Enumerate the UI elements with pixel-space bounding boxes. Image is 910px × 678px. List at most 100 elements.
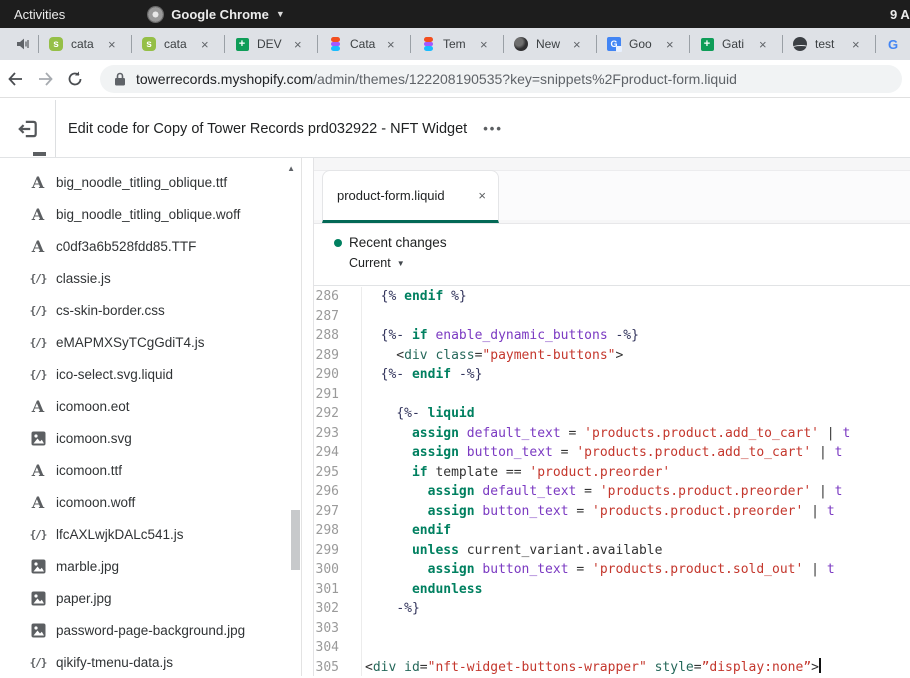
close-icon[interactable]: × xyxy=(573,37,581,52)
browser-tab[interactable]: +Gati× xyxy=(689,28,782,60)
code-line: 304 xyxy=(314,638,910,658)
font-icon: A xyxy=(28,461,48,480)
line-number: 305 xyxy=(314,658,361,677)
code-text: unless current_variant.available xyxy=(361,541,910,561)
image-icon xyxy=(28,623,48,638)
tab-title: Goo xyxy=(629,37,663,51)
browser-tab[interactable]: test× xyxy=(782,28,875,60)
clock[interactable]: 9 A xyxy=(890,0,910,28)
file-item[interactable]: paper.jpg xyxy=(0,582,301,614)
code-text: {%- endif -%} xyxy=(361,365,910,385)
close-icon[interactable]: × xyxy=(480,37,488,52)
file-item[interactable]: icomoon.svg xyxy=(0,422,301,454)
file-name: cs-skin-border.css xyxy=(56,303,165,318)
file-item[interactable]: marble.jpg xyxy=(0,550,301,582)
globe-icon xyxy=(792,36,808,52)
browser-tab[interactable]: Cata× xyxy=(317,28,410,60)
tab-title: DEV xyxy=(257,37,291,51)
file-name: paper.jpg xyxy=(56,591,112,606)
tab-title: test xyxy=(815,37,849,51)
file-name: qikify-tmenu-data.js xyxy=(56,655,173,670)
browser-tab-strip: scata×scata×+DEV×Cata×Tem×New×GGoo×+Gati… xyxy=(0,28,910,60)
file-item[interactable]: {/} lfcAXLwjkDALc541.js xyxy=(0,518,301,550)
code-line: 287 xyxy=(314,307,910,327)
image-icon xyxy=(28,559,48,574)
speaker-icon[interactable] xyxy=(8,38,38,50)
tab-divider xyxy=(224,35,225,53)
close-icon[interactable]: × xyxy=(478,188,486,203)
tab-divider xyxy=(317,35,318,53)
file-item[interactable]: {/}cs-skin-border.css xyxy=(0,294,301,326)
line-number: 289 xyxy=(314,346,361,366)
close-icon[interactable]: × xyxy=(759,37,767,52)
close-icon[interactable]: × xyxy=(201,37,209,52)
code-line: 296 assign default_text = 'products.prod… xyxy=(314,482,910,502)
code-icon: {/} xyxy=(28,368,48,381)
browser-tab[interactable]: +DEV× xyxy=(224,28,317,60)
file-name: big_noodle_titling_oblique.ttf xyxy=(56,175,227,190)
code-line: 305<div id="nft-widget-buttons-wrapper" … xyxy=(314,658,910,677)
file-item[interactable]: Aicomoon.ttf xyxy=(0,454,301,486)
address-bar[interactable]: towerrecords.myshopify.com/admin/themes/… xyxy=(100,65,902,93)
code-line: 289 <div class="payment-buttons"> xyxy=(314,346,910,366)
app-menu[interactable]: Google Chrome ▼ xyxy=(147,6,284,23)
lock-icon[interactable] xyxy=(114,72,126,86)
file-item[interactable]: {/}eMAPMXSyTCgGdiT4.js xyxy=(0,326,301,358)
line-number: 294 xyxy=(314,443,361,463)
file-name: icomoon.ttf xyxy=(56,463,122,478)
page-title: Edit code for Copy of Tower Records prd0… xyxy=(68,121,467,137)
exit-code-editor-button[interactable] xyxy=(0,100,56,157)
version-dropdown[interactable]: Current ▼ xyxy=(349,256,910,270)
editor-tab-product-form[interactable]: product-form.liquid × xyxy=(322,170,499,223)
overflow-menu-button[interactable]: ••• xyxy=(483,121,503,136)
close-icon[interactable]: × xyxy=(852,37,860,52)
close-icon[interactable]: × xyxy=(108,37,116,52)
scroll-up-icon[interactable]: ▲ xyxy=(287,164,295,173)
code-line: 302 -%} xyxy=(314,599,910,619)
code-area[interactable]: 286 {% endif %}287288 {%- if enable_dyna… xyxy=(314,286,910,676)
forward-icon[interactable] xyxy=(30,71,60,87)
file-item[interactable]: {/}ico-select.svg.liquid xyxy=(0,358,301,390)
browser-tab[interactable]: scata× xyxy=(38,28,131,60)
browser-tab[interactable]: scata× xyxy=(131,28,224,60)
file-item[interactable]: Aicomoon.eot xyxy=(0,390,301,422)
tab-divider xyxy=(131,35,132,53)
file-item[interactable]: Abig_noodle_titling_oblique.ttf xyxy=(0,166,301,198)
code-icon: {/} xyxy=(28,528,48,541)
reload-icon[interactable] xyxy=(60,71,90,87)
close-icon[interactable]: × xyxy=(294,37,302,52)
line-number: 301 xyxy=(314,580,361,600)
tab-divider xyxy=(38,35,39,53)
line-number: 287 xyxy=(314,307,361,327)
file-name: lfcAXLwjkDALc541.js xyxy=(56,527,184,542)
code-text: -%} xyxy=(361,599,910,619)
browser-tab[interactable]: G xyxy=(875,28,902,60)
code-text xyxy=(361,307,910,327)
file-item[interactable]: {/}qikify-tmenu-data.js xyxy=(0,646,301,678)
code-icon: {/} xyxy=(28,336,48,349)
main-content: Abig_noodle_titling_oblique.ttfAbig_nood… xyxy=(0,158,910,676)
file-item[interactable]: {/}classie.js xyxy=(0,262,301,294)
back-icon[interactable] xyxy=(0,71,30,87)
line-number: 297 xyxy=(314,502,361,522)
file-item[interactable]: Aicomoon.woff xyxy=(0,486,301,518)
close-icon[interactable]: × xyxy=(666,37,674,52)
shopify-icon: s xyxy=(141,36,157,52)
file-name: icomoon.woff xyxy=(56,495,135,510)
activities-button[interactable]: Activities xyxy=(0,7,79,22)
close-icon[interactable]: × xyxy=(387,37,395,52)
browser-tab[interactable]: New× xyxy=(503,28,596,60)
file-item[interactable]: Abig_noodle_titling_oblique.woff xyxy=(0,198,301,230)
editor-tab-label: product-form.liquid xyxy=(337,188,478,203)
sheets-icon: + xyxy=(699,36,715,52)
app-menu-label: Google Chrome xyxy=(171,7,269,22)
status-dot xyxy=(334,239,342,247)
browser-tab[interactable]: Tem× xyxy=(410,28,503,60)
code-text xyxy=(361,385,910,405)
line-number: 291 xyxy=(314,385,361,405)
file-item[interactable]: Ac0df3a6b528fdd85.TTF xyxy=(0,230,301,262)
browser-tab[interactable]: GGoo× xyxy=(596,28,689,60)
line-number: 299 xyxy=(314,541,361,561)
sidebar-scrollbar-thumb[interactable] xyxy=(291,510,300,570)
file-item[interactable]: password-page-background.jpg xyxy=(0,614,301,646)
